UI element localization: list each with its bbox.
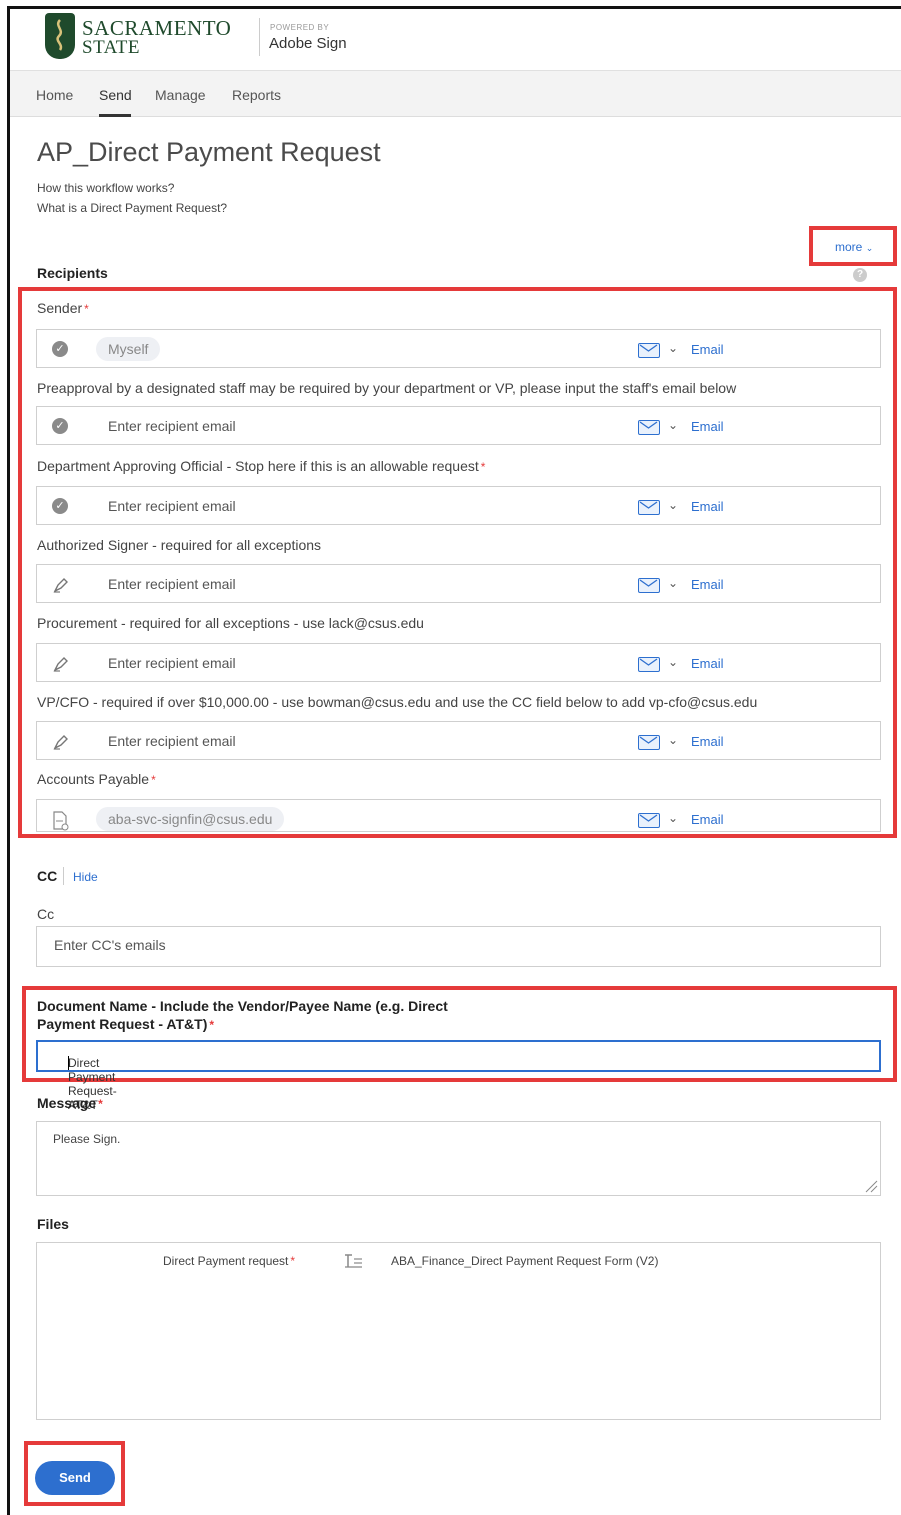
cc-input[interactable]: Enter CC's emails xyxy=(36,926,881,967)
required-asterisk: * xyxy=(480,460,486,474)
nav-reports[interactable]: Reports xyxy=(232,87,281,103)
message-value: Please Sign. xyxy=(53,1132,121,1146)
envelope-icon[interactable] xyxy=(638,500,660,515)
recipient-email-input[interactable]: Enter recipient email xyxy=(108,498,236,514)
delivery-method-link[interactable]: Email xyxy=(691,499,724,514)
powered-by-label: POWERED BY xyxy=(270,23,330,32)
check-circle-icon[interactable]: ✓ xyxy=(52,341,68,357)
message-label: Message * xyxy=(37,1095,103,1111)
nav-home[interactable]: Home xyxy=(36,87,73,103)
help-link-workflow[interactable]: How this workflow works? xyxy=(37,181,174,195)
nav-manage[interactable]: Manage xyxy=(155,87,206,103)
delivery-method-link[interactable]: Email xyxy=(691,419,724,434)
delivery-method-link[interactable]: Email xyxy=(691,734,724,749)
pen-icon[interactable] xyxy=(52,733,68,750)
document-name-label: Document Name - Include the Vendor/Payee… xyxy=(37,998,448,1032)
question-icon[interactable]: ? xyxy=(853,268,867,282)
resize-handle-icon[interactable] xyxy=(864,1179,878,1193)
recipient-role-label: Department Approving Official - Stop her… xyxy=(37,458,486,474)
required-asterisk: * xyxy=(151,773,156,787)
required-asterisk: * xyxy=(98,1097,103,1111)
document-name-input[interactable]: Direct Payment Request- AT&T xyxy=(36,1040,881,1112)
cc-section-label: CC xyxy=(37,868,58,884)
required-asterisk: * xyxy=(84,302,89,316)
cc-field-label: Cc xyxy=(37,906,55,922)
file-slot-name: Direct Payment request * xyxy=(163,1254,296,1268)
envelope-icon[interactable] xyxy=(638,343,660,358)
pen-icon[interactable] xyxy=(52,576,68,593)
recipient-row[interactable]: Enter recipient email ⌄ Email xyxy=(36,643,881,682)
nav-active-indicator xyxy=(99,114,131,117)
chevron-down-icon[interactable]: ⌄ xyxy=(668,498,678,512)
recipient-row[interactable]: Enter recipient email ⌄ Email xyxy=(36,564,881,603)
recipient-email-input[interactable]: Enter recipient email xyxy=(108,655,236,671)
recipient-row[interactable]: aba-svc-signfin@csus.edu ⌄ Email xyxy=(36,799,881,832)
recipient-row[interactable]: Enter recipient email ⌄ Email xyxy=(36,721,881,760)
chevron-down-icon[interactable]: ⌄ xyxy=(668,811,678,825)
recipient-email-input[interactable]: Enter recipient email xyxy=(108,576,236,592)
check-circle-icon[interactable]: ✓ xyxy=(52,498,68,514)
cc-separator xyxy=(63,867,64,885)
cc-hide-link[interactable]: Hide xyxy=(73,870,98,884)
chevron-down-icon[interactable]: ⌄ xyxy=(668,418,678,432)
library-document-icon xyxy=(345,1254,362,1268)
delivery-method-link[interactable]: Email xyxy=(691,342,724,357)
delivery-method-link[interactable]: Email xyxy=(691,656,724,671)
help-link-direct-payment[interactable]: What is a Direct Payment Request? xyxy=(37,201,227,215)
chevron-down-icon[interactable]: ⌄ xyxy=(668,341,678,355)
page-title: AP_Direct Payment Request xyxy=(37,137,381,167)
chevron-down-icon[interactable]: ⌄ xyxy=(668,733,678,747)
recipients-label: Recipients xyxy=(37,265,108,281)
send-button[interactable]: Send xyxy=(35,1461,115,1495)
chevron-down-icon: ⌄ xyxy=(865,243,874,253)
envelope-icon[interactable] xyxy=(638,420,660,435)
adobe-sign-logo: Adobe Sign xyxy=(269,35,347,52)
required-asterisk: * xyxy=(290,1254,296,1268)
files-panel: Direct Payment request * ABA_Finance_Dire… xyxy=(36,1242,881,1420)
pen-icon[interactable] xyxy=(52,655,68,672)
check-circle-icon[interactable]: ✓ xyxy=(52,418,68,434)
chevron-down-icon[interactable]: ⌄ xyxy=(668,576,678,590)
file-document-name[interactable]: ABA_Finance_Direct Payment Request Form … xyxy=(391,1254,658,1268)
recipient-role-label: Preapproval by a designated staff may be… xyxy=(37,380,737,396)
logo-text-line2: STATE xyxy=(82,37,140,58)
recipient-email-input[interactable]: Enter recipient email xyxy=(108,733,236,749)
cc-placeholder: Enter CC's emails xyxy=(54,937,166,953)
sac-state-logo-icon xyxy=(45,13,75,59)
recipient-role-label: Authorized Signer - required for all exc… xyxy=(37,537,322,553)
envelope-icon[interactable] xyxy=(638,813,660,828)
text-caret xyxy=(68,1056,69,1070)
message-textarea[interactable]: Please Sign. xyxy=(36,1121,881,1196)
recipient-pill[interactable]: aba-svc-signfin@csus.edu xyxy=(96,807,285,831)
envelope-icon[interactable] xyxy=(638,657,660,672)
recipient-role-label: Sender * xyxy=(37,300,89,316)
files-label: Files xyxy=(37,1216,69,1232)
delivery-method-link[interactable]: Email xyxy=(691,577,724,592)
recipient-email-input[interactable]: Enter recipient email xyxy=(108,418,236,434)
form-fill-icon[interactable] xyxy=(52,811,69,831)
nav-send[interactable]: Send xyxy=(99,87,132,103)
recipient-row[interactable]: ✓ Enter recipient email ⌄ Email xyxy=(36,406,881,445)
recipient-role-label: Accounts Payable * xyxy=(37,771,156,787)
envelope-icon[interactable] xyxy=(638,578,660,593)
recipient-role-label: VP/CFO - required if over $10,000.00 - u… xyxy=(37,694,758,710)
recipient-pill[interactable]: Myself xyxy=(96,337,161,361)
recipient-row[interactable]: ✓ Myself ⌄ Email xyxy=(36,329,881,368)
header-divider xyxy=(259,18,260,56)
required-asterisk: * xyxy=(209,1018,215,1032)
chevron-down-icon[interactable]: ⌄ xyxy=(668,655,678,669)
envelope-icon[interactable] xyxy=(638,735,660,750)
main-nav: Home Send Manage Reports xyxy=(10,71,901,117)
recipient-role-label: Procurement - required for all exception… xyxy=(37,615,424,631)
recipient-row[interactable]: ✓ Enter recipient email ⌄ Email xyxy=(36,486,881,525)
more-options-link[interactable]: more ⌄ xyxy=(835,240,873,254)
delivery-method-link[interactable]: Email xyxy=(691,812,724,827)
